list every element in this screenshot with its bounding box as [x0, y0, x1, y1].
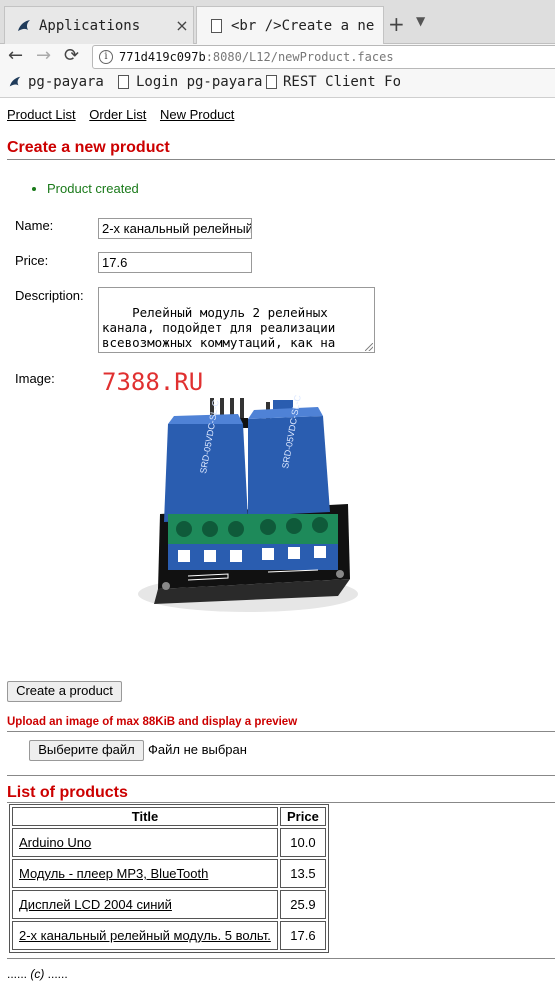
close-tab-icon[interactable]: × [171, 16, 193, 35]
footer-suffix: ...... [44, 967, 68, 981]
payara-fish-icon [8, 74, 22, 90]
product-image: 7388.RU SRD-05VDC-SL-C SRD-05VDC-SL-C [98, 364, 378, 674]
footer-prefix: ...... [7, 967, 31, 981]
divider [7, 731, 555, 732]
product-link[interactable]: 2-х канальный релейный модуль. 5 вольт. [19, 928, 271, 943]
top-navigation: Product List Order List New Product [7, 107, 244, 122]
create-product-button[interactable]: Create a product [7, 681, 122, 702]
price-label: Price: [15, 253, 49, 268]
bookmark-rest-client[interactable]: REST Client For [266, 74, 400, 90]
name-label: Name: [15, 218, 54, 233]
name-input[interactable]: 2-х канальный релейный модуль. 5 вольт. [98, 218, 252, 239]
bookmark-label: Login pg-payara [136, 74, 263, 90]
bookmark-label: pg-payara [28, 74, 104, 90]
price-input[interactable]: 17.6 [98, 252, 252, 273]
page-icon [207, 17, 225, 35]
messages: Product created [47, 181, 139, 196]
tab-list-menu-icon[interactable]: ▼ [416, 14, 425, 28]
footer: ...... (c) ...... [7, 967, 68, 981]
product-link[interactable]: Модуль - плеер MP3, BlueTooth [19, 866, 208, 881]
divider [7, 159, 555, 160]
table-row: Модуль - плеер MP3, BlueTooth 13.5 [12, 859, 326, 888]
image-label: Image: [15, 371, 55, 386]
payara-fish-icon [15, 17, 33, 35]
divider [7, 775, 555, 776]
table-header-row: Title Price [12, 807, 326, 826]
table-row: Дисплей LCD 2004 синий 25.9 [12, 890, 326, 919]
description-text: Релейный модуль 2 релейных канала, подой… [102, 305, 336, 352]
page-icon [266, 74, 277, 90]
footer-copyright: (c) [30, 967, 45, 981]
divider [7, 802, 555, 803]
tab-create-product[interactable]: <br />Create a ne [196, 6, 384, 44]
description-label: Description: [15, 288, 84, 303]
nav-link-order-list[interactable]: Order List [89, 107, 146, 122]
page-content: Product List Order List New Product Crea… [0, 99, 555, 993]
new-tab-button[interactable]: + [388, 12, 405, 36]
nav-link-product-list[interactable]: Product List [7, 107, 76, 122]
url-bar[interactable]: i 771d419c097b :8080/L12/newProduct.face… [92, 45, 555, 69]
product-list-heading: List of products [7, 784, 128, 801]
forward-button[interactable]: → [36, 44, 51, 70]
bookmark-pg-payara[interactable]: pg-payara [8, 74, 104, 90]
bookmarks-toolbar: pg-payara Login pg-payara REST Client Fo… [0, 70, 555, 98]
table-row: 2-х канальный релейный модуль. 5 вольт. … [12, 921, 326, 950]
tab-label: <br />Create a ne [231, 17, 375, 34]
upload-heading: Upload an image of max 88KiB and display… [7, 716, 298, 728]
reload-button[interactable]: ⟳ [64, 44, 79, 70]
price-cell: 17.6 [280, 921, 326, 950]
create-product-heading: Create a new product [7, 139, 170, 156]
title-cell: Модуль - плеер MP3, BlueTooth [12, 859, 278, 888]
title-cell: Arduino Uno [12, 828, 278, 857]
url-host: 771d419c097b [119, 50, 206, 64]
nav-link-new-product[interactable]: New Product [160, 107, 234, 122]
column-header-price: Price [280, 807, 326, 826]
description-textarea[interactable]: Релейный модуль 2 релейных канала, подой… [98, 287, 375, 353]
price-cell: 10.0 [280, 828, 326, 857]
title-cell: 2-х канальный релейный модуль. 5 вольт. [12, 921, 278, 950]
tab-applications[interactable]: Applications × [4, 6, 194, 44]
bookmark-login-pg-payara[interactable]: Login pg-payara [116, 74, 262, 90]
price-cell: 25.9 [280, 890, 326, 919]
url-path: :8080/L12/newProduct.faces [205, 50, 394, 64]
page-icon [116, 74, 130, 90]
product-link[interactable]: Дисплей LCD 2004 синий [19, 897, 172, 912]
tab-bar: Applications × <br />Create a ne + ▼ [0, 0, 555, 44]
tab-label: Applications [39, 17, 141, 34]
divider [7, 958, 555, 959]
products-table: Title Price Arduino Uno 10.0 Модуль - пл… [9, 804, 329, 953]
back-button[interactable]: ← [8, 44, 23, 70]
column-header-title: Title [12, 807, 278, 826]
success-message: Product created [47, 181, 139, 196]
bookmark-label: REST Client For [283, 74, 400, 90]
navigation-bar: ← → ⟳ i 771d419c097b :8080/L12/newProduc… [0, 44, 555, 70]
price-cell: 13.5 [280, 859, 326, 888]
product-link[interactable]: Arduino Uno [19, 835, 91, 850]
choose-file-button[interactable]: Выберите файл [29, 740, 144, 761]
file-status: Файл не выбран [148, 742, 247, 757]
resize-handle[interactable] [365, 343, 373, 351]
info-icon[interactable]: i [99, 50, 113, 64]
table-row: Arduino Uno 10.0 [12, 828, 326, 857]
title-cell: Дисплей LCD 2004 синий [12, 890, 278, 919]
watermark-text: 7388.RU [102, 368, 203, 396]
